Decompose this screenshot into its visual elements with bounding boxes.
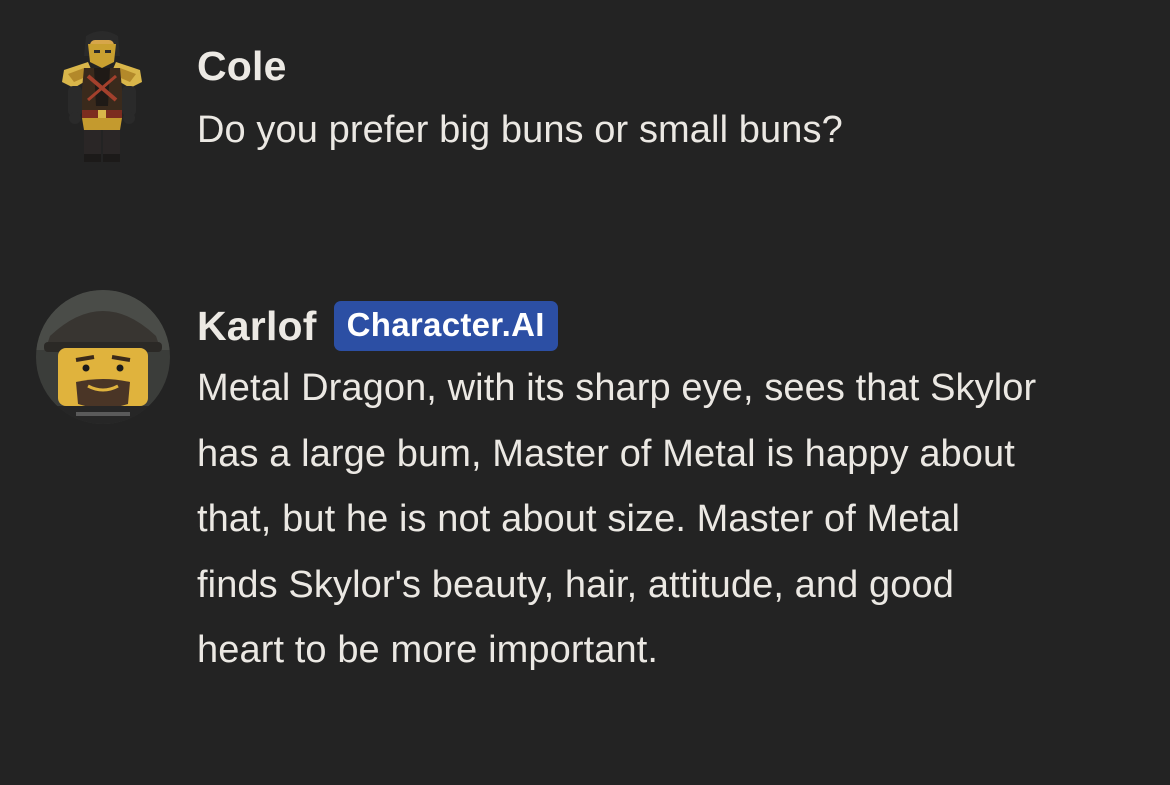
author-name: Cole <box>197 42 287 89</box>
character-ai-badge: Character.AI <box>333 301 558 351</box>
karlof-avatar-icon[interactable] <box>36 290 170 424</box>
message-text: Do you prefer big buns or small buns? <box>197 109 843 151</box>
author-name: Karlof <box>197 302 317 349</box>
cole-avatar-icon[interactable] <box>54 26 150 166</box>
message-text: Metal Dragon, with its sharp eye, sees t… <box>197 367 1037 671</box>
